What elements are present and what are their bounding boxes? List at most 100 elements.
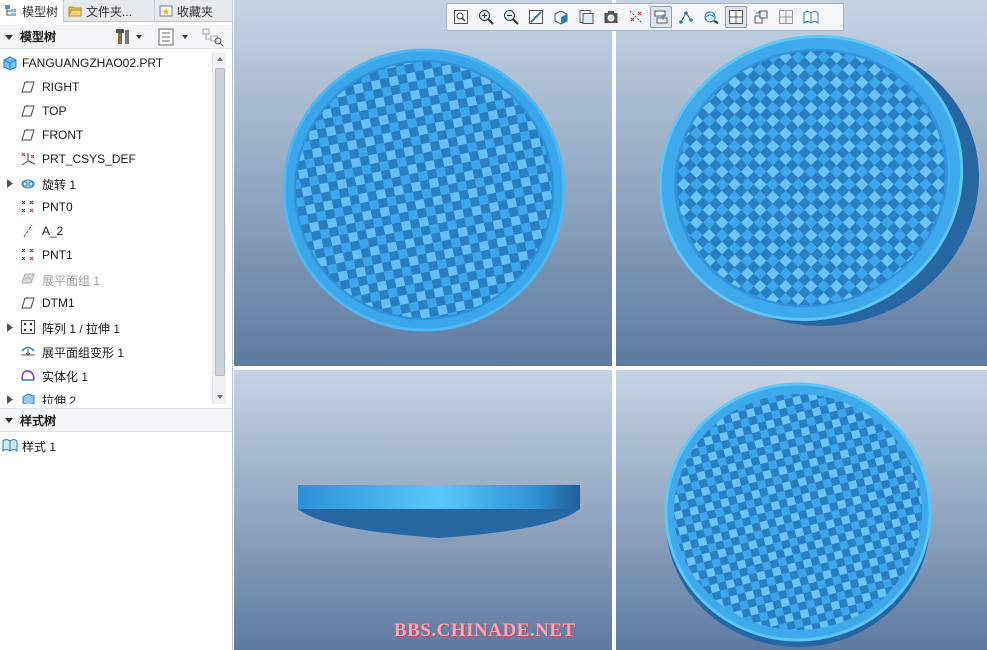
solidify-icon bbox=[21, 370, 35, 381]
tree-item-top[interactable]: TOP bbox=[0, 100, 212, 122]
tab-label: 文件夹... bbox=[86, 4, 133, 19]
tree-item-label: 阵列 1 / 拉伸 1 bbox=[42, 322, 121, 336]
refit-button[interactable] bbox=[450, 6, 472, 28]
watermark-text: BBS.CHINADE.NET bbox=[394, 620, 576, 641]
scroll-up-icon[interactable] bbox=[213, 52, 227, 66]
section-title: 样式树 bbox=[20, 413, 57, 428]
scroll-thumb[interactable] bbox=[215, 68, 225, 376]
reorient-button[interactable] bbox=[750, 6, 772, 28]
coordinate-system-icon bbox=[21, 152, 36, 166]
tree-item-flatten-quilt[interactable]: 展平面组 1 bbox=[0, 268, 212, 290]
split-view-button[interactable] bbox=[775, 6, 797, 28]
expand-arrow-icon[interactable] bbox=[6, 323, 14, 332]
shading-icon bbox=[554, 10, 568, 25]
filter-button[interactable] bbox=[202, 28, 224, 47]
favorites-icon bbox=[159, 5, 173, 17]
revolve-icon bbox=[21, 179, 35, 189]
tree-item-label: FANGUANGZHAO02.PRT bbox=[22, 56, 164, 70]
plane-display-icon bbox=[629, 10, 643, 24]
four-view-icon bbox=[729, 10, 743, 24]
style-tree-item[interactable]: 样式 1 bbox=[0, 434, 212, 456]
pattern-icon bbox=[21, 320, 35, 334]
repaint-button[interactable] bbox=[525, 6, 547, 28]
tree-item-label: PNT0 bbox=[42, 200, 73, 214]
tab-favorites[interactable]: 收藏夹 bbox=[155, 0, 233, 22]
flatten-deform-icon bbox=[21, 346, 35, 356]
view-manager-icon bbox=[604, 11, 618, 23]
expand-arrow-icon[interactable] bbox=[6, 395, 14, 404]
tree-item-csys[interactable]: PRT_CSYS_DEF bbox=[0, 148, 212, 170]
folder-icon bbox=[68, 6, 82, 17]
section-view-button[interactable] bbox=[800, 6, 822, 28]
zoom-out-icon bbox=[504, 10, 519, 25]
tree-item-label: 展平面组变形 1 bbox=[42, 346, 125, 360]
zoom-in-icon bbox=[479, 10, 494, 25]
tree-item-label: DTM1 bbox=[42, 296, 75, 310]
tab-folder-browser[interactable]: 文件夹... bbox=[64, 0, 155, 22]
tab-label: 收藏夹 bbox=[177, 4, 214, 19]
section-title: 模型树 bbox=[20, 30, 57, 44]
zoom-in-button[interactable] bbox=[475, 6, 497, 28]
tools-icon bbox=[116, 29, 142, 44]
tree-item-pattern[interactable]: 阵列 1 / 拉伸 1 bbox=[0, 316, 212, 338]
zoom-out-button[interactable] bbox=[500, 6, 522, 28]
plane-display-button[interactable] bbox=[625, 6, 647, 28]
model-tree-header[interactable]: 模型树 bbox=[0, 25, 232, 49]
part-side-view bbox=[298, 485, 580, 538]
show-button[interactable] bbox=[157, 28, 191, 46]
tree-item-part[interactable]: FANGUANGZHAO02.PRT bbox=[0, 52, 212, 74]
chevron-down-icon bbox=[5, 418, 13, 423]
view-toolbar bbox=[446, 3, 844, 31]
tree-scrollbar[interactable] bbox=[212, 52, 226, 404]
datum-plane-icon bbox=[21, 81, 35, 93]
navigator-panel: 模型树 文件夹... 收藏夹 模型树 FANGUANGZHAO02.PRT RI… bbox=[0, 0, 233, 650]
datum-point-icon bbox=[21, 248, 34, 261]
settings-button[interactable] bbox=[116, 28, 144, 46]
tree-item-extrude[interactable]: 拉伸 2 bbox=[0, 388, 212, 404]
tree-item-label: 拉伸 2 bbox=[42, 394, 77, 404]
split-view-icon bbox=[779, 10, 793, 24]
style-icon bbox=[2, 439, 18, 453]
tree-item-right[interactable]: RIGHT bbox=[0, 76, 212, 98]
tree-item-label: TOP bbox=[42, 104, 67, 118]
style-tree-header[interactable]: 样式树 bbox=[0, 408, 232, 432]
four-view-button[interactable] bbox=[725, 6, 747, 28]
axis-display-button[interactable] bbox=[650, 6, 672, 28]
graphics-window[interactable]: BBS.CHINADE.NET bbox=[234, 0, 987, 650]
saved-views-button[interactable] bbox=[575, 6, 597, 28]
point-display-button[interactable] bbox=[675, 6, 697, 28]
filter-tree-icon bbox=[202, 28, 224, 47]
viewport-side[interactable] bbox=[234, 370, 612, 650]
tree-item-pnt1[interactable]: PNT1 bbox=[0, 244, 212, 266]
tree-item-solidify[interactable]: 实体化 1 bbox=[0, 364, 212, 386]
part-icon bbox=[3, 56, 17, 71]
tree-item-label: 展平面组 1 bbox=[42, 274, 101, 288]
tree-item-front[interactable]: FRONT bbox=[0, 124, 212, 146]
refit-icon bbox=[454, 10, 468, 24]
axis-display-icon bbox=[654, 10, 668, 24]
tree-item-pnt0[interactable]: PNT0 bbox=[0, 196, 212, 218]
csys-display-icon bbox=[704, 11, 719, 24]
tree-item-revolve[interactable]: 旋转 1 bbox=[0, 172, 212, 194]
view-manager-button[interactable] bbox=[600, 6, 622, 28]
viewport-front[interactable] bbox=[234, 0, 612, 366]
tree-item-label: PRT_CSYS_DEF bbox=[42, 152, 136, 166]
tree-item-label: RIGHT bbox=[42, 80, 80, 94]
tab-label: 模型树 bbox=[22, 4, 59, 19]
reorient-icon bbox=[754, 10, 768, 24]
tree-item-dtm1[interactable]: DTM1 bbox=[0, 292, 212, 314]
viewport-isometric[interactable] bbox=[616, 0, 987, 366]
viewport-top[interactable] bbox=[616, 370, 987, 650]
tree-item-axis[interactable]: A_2 bbox=[0, 220, 212, 242]
tab-model-tree[interactable]: 模型树 bbox=[0, 0, 64, 23]
scroll-down-icon[interactable] bbox=[213, 390, 227, 404]
flatten-quilt-icon bbox=[21, 273, 35, 284]
csys-display-button[interactable] bbox=[700, 6, 722, 28]
shading-button[interactable] bbox=[550, 6, 572, 28]
datum-plane-icon bbox=[21, 297, 35, 309]
tree-item-flatten-deform[interactable]: 展平面组变形 1 bbox=[0, 340, 212, 362]
repaint-icon bbox=[529, 10, 543, 24]
navigator-tabs: 模型树 文件夹... 收藏夹 bbox=[0, 0, 233, 23]
expand-arrow-icon[interactable] bbox=[6, 179, 14, 188]
part-top-view bbox=[664, 382, 932, 647]
